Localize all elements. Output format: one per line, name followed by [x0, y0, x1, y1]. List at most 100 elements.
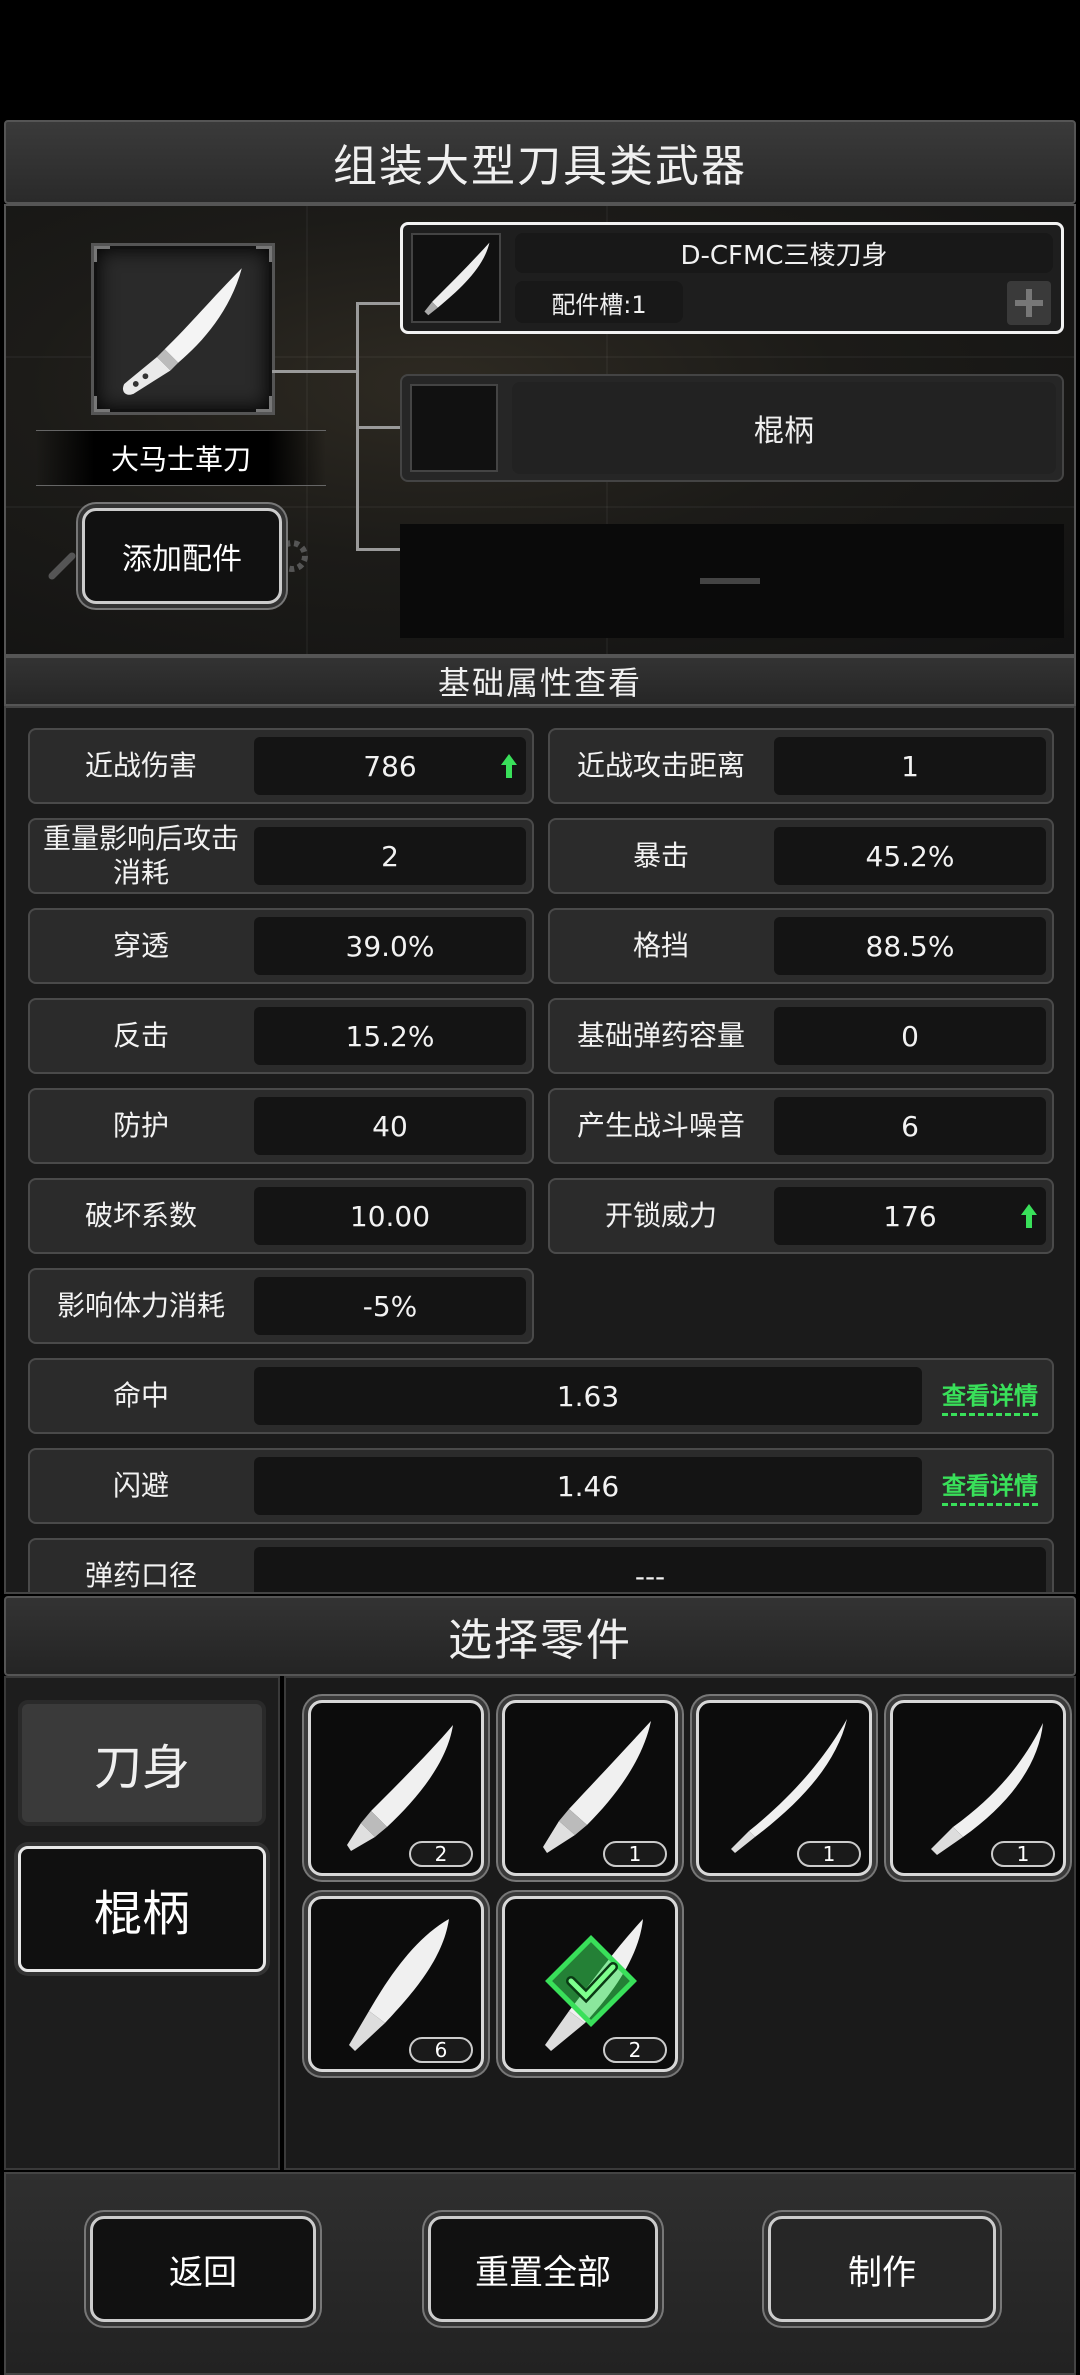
stat-value: 10.00 — [349, 1199, 431, 1233]
handle-slot-name-text: 棍柄 — [754, 414, 814, 449]
stat-value: 1 — [901, 749, 919, 783]
stat-label: 防护 — [112, 1109, 169, 1142]
stat-value-box: -5% — [254, 1277, 526, 1335]
plus-icon[interactable] — [1007, 281, 1051, 325]
blade-slot-name: D-CFMC三棱刀身 — [515, 233, 1053, 273]
evasion-details-link[interactable]: 查看详情 — [942, 1466, 1038, 1506]
blade-thumb — [411, 233, 501, 323]
stat-value-box: 1 — [774, 737, 1046, 795]
category-tab-blade[interactable]: 刀身 — [18, 1700, 266, 1826]
stat-value-box: 0 — [774, 1007, 1046, 1065]
reset-all-button[interactable]: 重置全部 — [428, 2216, 658, 2322]
part-item-selected[interactable]: 2 — [502, 1896, 678, 2072]
stat-label: 重量影响后攻击消耗 — [42, 822, 239, 889]
part-item[interactable]: 1 — [502, 1700, 678, 1876]
stat-label: 近战伤害 — [84, 749, 197, 782]
bottom-action-bar: 返回 重置全部 制作 — [4, 2172, 1076, 2375]
make-button[interactable]: 制作 — [768, 2216, 996, 2322]
stat-value: 0 — [901, 1019, 919, 1053]
serrated-blade-icon — [731, 1719, 847, 1853]
category-tab-handle[interactable]: 棍柄 — [18, 1846, 266, 1972]
locked-slot — [400, 524, 1064, 638]
part-count: 2 — [603, 2037, 667, 2063]
category-panel: 刀身 棍柄 — [4, 1676, 280, 2170]
handle-slot[interactable]: 棍柄 — [400, 374, 1064, 482]
stat-value: -5% — [362, 1289, 418, 1323]
add-part-button[interactable]: 添加配件 — [82, 508, 282, 604]
connector-line — [356, 548, 404, 551]
stat-value-box: 10.00 — [254, 1187, 526, 1245]
page-title: 组装大型刀具类武器 — [333, 141, 747, 192]
stats-section-title: 基础属性查看 — [437, 664, 642, 702]
handle-thumb — [410, 384, 498, 472]
stat-value-box: 40 — [254, 1097, 526, 1155]
part-item[interactable]: 2 — [308, 1700, 484, 1876]
stat-destruction: 破坏系数 10.00 — [28, 1178, 534, 1254]
weapon-name: 大马士革刀 — [36, 430, 326, 486]
stat-melee-damage: 近战伤害 786 — [28, 728, 534, 804]
stat-label: 命中 — [112, 1379, 169, 1412]
stat-label: 弹药口径 — [84, 1559, 197, 1592]
part-count: 1 — [991, 1841, 1055, 1867]
stat-value: 39.0% — [345, 929, 435, 963]
stat-label: 影响体力消耗 — [56, 1289, 225, 1322]
back-button[interactable]: 返回 — [90, 2216, 316, 2322]
stat-block: 格挡 88.5% — [548, 908, 1054, 984]
stat-value-box: 39.0% — [254, 917, 526, 975]
stat-counter: 反击 15.2% — [28, 998, 534, 1074]
accuracy-details-link[interactable]: 查看详情 — [942, 1376, 1038, 1416]
part-item[interactable]: 6 — [308, 1896, 484, 2072]
blade-slot[interactable]: D-CFMC三棱刀身 配件槽:1 — [400, 222, 1064, 334]
stat-penetration: 穿透 39.0% — [28, 908, 534, 984]
stat-value: 1.46 — [556, 1469, 620, 1503]
part-count: 6 — [409, 2037, 473, 2063]
stat-value: 786 — [363, 749, 417, 783]
stat-label: 破坏系数 — [84, 1199, 197, 1232]
machete-blade-icon — [931, 1723, 1043, 1855]
stat-label: 暴击 — [632, 839, 689, 872]
stat-label: 基础弹药容量 — [576, 1019, 745, 1052]
stat-value-box: 45.2% — [774, 827, 1046, 885]
stat-label: 产生战斗噪音 — [576, 1109, 745, 1142]
stat-label: 近战攻击距离 — [576, 749, 745, 782]
page-title-bar: 组装大型刀具类武器 — [4, 120, 1076, 204]
stat-lockpick-power: 开锁威力 176 — [548, 1178, 1054, 1254]
checkmark-icon — [545, 1935, 637, 2027]
stat-melee-range: 近战攻击距离 1 — [548, 728, 1054, 804]
stat-value: 15.2% — [345, 1019, 435, 1053]
stat-label: 开锁威力 — [604, 1199, 717, 1232]
stat-value-box: 786 — [254, 737, 526, 795]
stat-critical: 暴击 45.2% — [548, 818, 1054, 894]
attachment-slot-count: 配件槽:1 — [515, 281, 683, 323]
stat-combat-noise: 产生战斗噪音 6 — [548, 1088, 1054, 1164]
up-arrow-icon — [1021, 1204, 1037, 1228]
part-item[interactable]: 1 — [890, 1700, 1066, 1876]
stat-ammo-caliber: 弹药口径 --- — [28, 1538, 1054, 1592]
part-item[interactable]: 1 — [696, 1700, 872, 1876]
stat-value-box: 15.2% — [254, 1007, 526, 1065]
wrench-icon — [48, 552, 76, 580]
part-count: 2 — [409, 1841, 473, 1867]
parts-section-title: 选择零件 — [448, 1615, 632, 1666]
reset-all-button-label: 重置全部 — [475, 2252, 611, 2293]
stat-value-box: 1.46 — [254, 1457, 922, 1515]
stat-protection: 防护 40 — [28, 1088, 534, 1164]
stat-attack-cost: 重量影响后攻击消耗 2 — [28, 818, 534, 894]
stat-value: 6 — [901, 1109, 919, 1143]
locked-slot-mark — [700, 578, 760, 584]
stat-label: 穿透 — [112, 929, 169, 962]
parts-area: 刀身 棍柄 2 1 1 1 6 2 — [4, 1676, 1076, 2170]
stat-stamina-cost: 影响体力消耗 -5% — [28, 1268, 534, 1344]
stat-label: 格挡 — [632, 929, 689, 962]
stats-panel[interactable]: 近战伤害 786 近战攻击距离 1 重量影响后攻击消耗 2 暴击 45.2% 穿… — [4, 706, 1076, 1594]
knife-icon — [122, 268, 242, 395]
stat-value-box: 6 — [774, 1097, 1046, 1155]
stat-value: 1.63 — [556, 1379, 620, 1413]
stat-value-box: 1.63 — [254, 1367, 922, 1425]
stat-ammo-capacity: 基础弹药容量 0 — [548, 998, 1054, 1074]
stat-value-box: 2 — [254, 827, 526, 885]
stat-value: 40 — [372, 1109, 408, 1143]
up-arrow-icon — [501, 754, 517, 778]
connector-line — [356, 426, 404, 429]
attachment-slot-count-text: 配件槽:1 — [551, 290, 647, 319]
